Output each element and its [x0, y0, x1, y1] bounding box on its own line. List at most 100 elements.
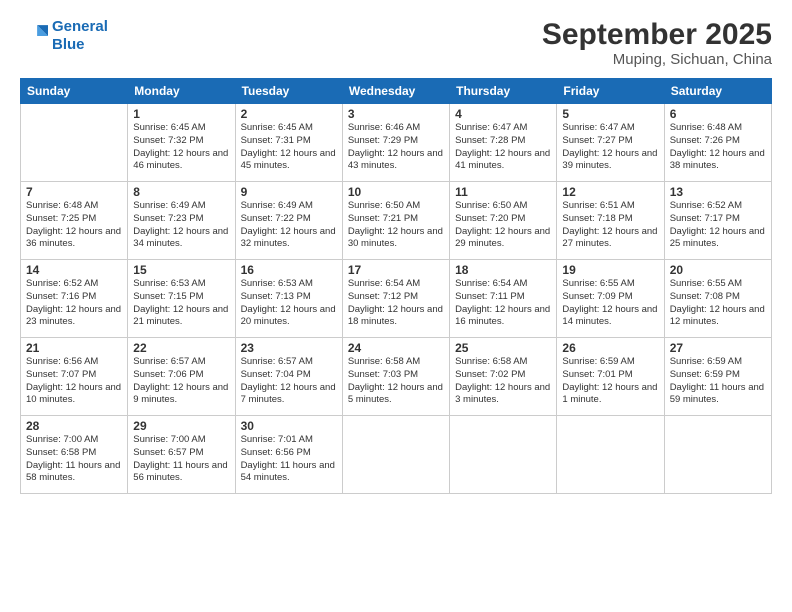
title-block: September 2025 Muping, Sichuan, China — [542, 18, 772, 68]
day-info: Sunrise: 6:59 AMSunset: 7:01 PMDaylight:… — [562, 356, 658, 407]
day-info: Sunrise: 6:48 AMSunset: 7:25 PMDaylight:… — [26, 200, 122, 251]
calendar-cell: 17Sunrise: 6:54 AMSunset: 7:12 PMDayligh… — [342, 260, 449, 338]
day-info: Sunrise: 6:48 AMSunset: 7:26 PMDaylight:… — [670, 122, 766, 173]
day-number: 29 — [133, 419, 229, 433]
week-row-3: 14Sunrise: 6:52 AMSunset: 7:16 PMDayligh… — [21, 260, 772, 338]
day-info: Sunrise: 6:46 AMSunset: 7:29 PMDaylight:… — [348, 122, 444, 173]
calendar-cell: 1Sunrise: 6:45 AMSunset: 7:32 PMDaylight… — [128, 104, 235, 182]
day-info: Sunrise: 7:00 AMSunset: 6:58 PMDaylight:… — [26, 434, 122, 485]
calendar-cell: 8Sunrise: 6:49 AMSunset: 7:23 PMDaylight… — [128, 182, 235, 260]
day-number: 16 — [241, 263, 337, 277]
calendar-cell: 19Sunrise: 6:55 AMSunset: 7:09 PMDayligh… — [557, 260, 664, 338]
day-info: Sunrise: 6:47 AMSunset: 7:28 PMDaylight:… — [455, 122, 551, 173]
week-row-4: 21Sunrise: 6:56 AMSunset: 7:07 PMDayligh… — [21, 338, 772, 416]
calendar-cell: 20Sunrise: 6:55 AMSunset: 7:08 PMDayligh… — [664, 260, 771, 338]
day-info: Sunrise: 6:45 AMSunset: 7:32 PMDaylight:… — [133, 122, 229, 173]
day-info: Sunrise: 7:00 AMSunset: 6:57 PMDaylight:… — [133, 434, 229, 485]
calendar-cell: 2Sunrise: 6:45 AMSunset: 7:31 PMDaylight… — [235, 104, 342, 182]
day-number: 15 — [133, 263, 229, 277]
day-number: 11 — [455, 185, 551, 199]
day-info: Sunrise: 6:57 AMSunset: 7:06 PMDaylight:… — [133, 356, 229, 407]
day-number: 20 — [670, 263, 766, 277]
day-number: 13 — [670, 185, 766, 199]
logo-text: General Blue — [52, 18, 108, 54]
day-info: Sunrise: 6:49 AMSunset: 7:23 PMDaylight:… — [133, 200, 229, 251]
day-info: Sunrise: 6:58 AMSunset: 7:03 PMDaylight:… — [348, 356, 444, 407]
day-number: 1 — [133, 107, 229, 121]
day-number: 14 — [26, 263, 122, 277]
day-info: Sunrise: 6:54 AMSunset: 7:11 PMDaylight:… — [455, 278, 551, 329]
logo-icon — [20, 22, 48, 50]
calendar-cell: 13Sunrise: 6:52 AMSunset: 7:17 PMDayligh… — [664, 182, 771, 260]
day-number: 3 — [348, 107, 444, 121]
day-info: Sunrise: 6:51 AMSunset: 7:18 PMDaylight:… — [562, 200, 658, 251]
calendar-cell: 10Sunrise: 6:50 AMSunset: 7:21 PMDayligh… — [342, 182, 449, 260]
day-info: Sunrise: 6:53 AMSunset: 7:13 PMDaylight:… — [241, 278, 337, 329]
day-info: Sunrise: 7:01 AMSunset: 6:56 PMDaylight:… — [241, 434, 337, 485]
header-monday: Monday — [128, 79, 235, 104]
day-info: Sunrise: 6:56 AMSunset: 7:07 PMDaylight:… — [26, 356, 122, 407]
calendar-cell — [557, 416, 664, 494]
day-number: 21 — [26, 341, 122, 355]
calendar-cell: 27Sunrise: 6:59 AMSunset: 6:59 PMDayligh… — [664, 338, 771, 416]
calendar-cell: 5Sunrise: 6:47 AMSunset: 7:27 PMDaylight… — [557, 104, 664, 182]
day-number: 23 — [241, 341, 337, 355]
calendar-cell: 7Sunrise: 6:48 AMSunset: 7:25 PMDaylight… — [21, 182, 128, 260]
header-tuesday: Tuesday — [235, 79, 342, 104]
calendar-cell — [664, 416, 771, 494]
day-info: Sunrise: 6:58 AMSunset: 7:02 PMDaylight:… — [455, 356, 551, 407]
day-info: Sunrise: 6:45 AMSunset: 7:31 PMDaylight:… — [241, 122, 337, 173]
day-number: 2 — [241, 107, 337, 121]
calendar-cell: 28Sunrise: 7:00 AMSunset: 6:58 PMDayligh… — [21, 416, 128, 494]
calendar-cell — [450, 416, 557, 494]
day-number: 9 — [241, 185, 337, 199]
day-number: 17 — [348, 263, 444, 277]
day-number: 8 — [133, 185, 229, 199]
day-number: 30 — [241, 419, 337, 433]
logo-line1: General — [52, 18, 108, 35]
calendar-cell — [21, 104, 128, 182]
header-sunday: Sunday — [21, 79, 128, 104]
day-number: 18 — [455, 263, 551, 277]
calendar-cell: 21Sunrise: 6:56 AMSunset: 7:07 PMDayligh… — [21, 338, 128, 416]
day-number: 4 — [455, 107, 551, 121]
calendar-cell — [342, 416, 449, 494]
calendar-cell: 22Sunrise: 6:57 AMSunset: 7:06 PMDayligh… — [128, 338, 235, 416]
day-number: 26 — [562, 341, 658, 355]
header-saturday: Saturday — [664, 79, 771, 104]
day-number: 5 — [562, 107, 658, 121]
day-number: 22 — [133, 341, 229, 355]
week-row-5: 28Sunrise: 7:00 AMSunset: 6:58 PMDayligh… — [21, 416, 772, 494]
day-number: 19 — [562, 263, 658, 277]
calendar-cell: 23Sunrise: 6:57 AMSunset: 7:04 PMDayligh… — [235, 338, 342, 416]
day-info: Sunrise: 6:53 AMSunset: 7:15 PMDaylight:… — [133, 278, 229, 329]
day-info: Sunrise: 6:55 AMSunset: 7:08 PMDaylight:… — [670, 278, 766, 329]
day-number: 7 — [26, 185, 122, 199]
week-row-1: 1Sunrise: 6:45 AMSunset: 7:32 PMDaylight… — [21, 104, 772, 182]
day-number: 28 — [26, 419, 122, 433]
week-row-2: 7Sunrise: 6:48 AMSunset: 7:25 PMDaylight… — [21, 182, 772, 260]
calendar-cell: 3Sunrise: 6:46 AMSunset: 7:29 PMDaylight… — [342, 104, 449, 182]
logo-line2: Blue — [52, 36, 85, 53]
day-info: Sunrise: 6:47 AMSunset: 7:27 PMDaylight:… — [562, 122, 658, 173]
day-info: Sunrise: 6:57 AMSunset: 7:04 PMDaylight:… — [241, 356, 337, 407]
header-thursday: Thursday — [450, 79, 557, 104]
day-number: 6 — [670, 107, 766, 121]
subtitle: Muping, Sichuan, China — [542, 51, 772, 68]
calendar-table: SundayMondayTuesdayWednesdayThursdayFrid… — [20, 78, 772, 494]
calendar-cell: 24Sunrise: 6:58 AMSunset: 7:03 PMDayligh… — [342, 338, 449, 416]
day-info: Sunrise: 6:52 AMSunset: 7:16 PMDaylight:… — [26, 278, 122, 329]
logo: General Blue — [20, 18, 108, 54]
header-wednesday: Wednesday — [342, 79, 449, 104]
day-info: Sunrise: 6:54 AMSunset: 7:12 PMDaylight:… — [348, 278, 444, 329]
calendar-cell: 14Sunrise: 6:52 AMSunset: 7:16 PMDayligh… — [21, 260, 128, 338]
month-title: September 2025 — [542, 18, 772, 51]
calendar-cell: 6Sunrise: 6:48 AMSunset: 7:26 PMDaylight… — [664, 104, 771, 182]
day-number: 12 — [562, 185, 658, 199]
day-info: Sunrise: 6:50 AMSunset: 7:20 PMDaylight:… — [455, 200, 551, 251]
page: General Blue September 2025 Muping, Sich… — [0, 0, 792, 612]
day-number: 24 — [348, 341, 444, 355]
calendar-cell: 26Sunrise: 6:59 AMSunset: 7:01 PMDayligh… — [557, 338, 664, 416]
calendar-cell: 9Sunrise: 6:49 AMSunset: 7:22 PMDaylight… — [235, 182, 342, 260]
day-info: Sunrise: 6:50 AMSunset: 7:21 PMDaylight:… — [348, 200, 444, 251]
